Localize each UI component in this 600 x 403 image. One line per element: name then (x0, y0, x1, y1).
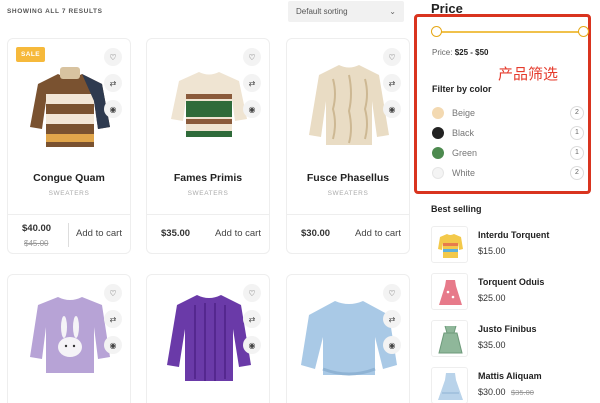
color-count: 2 (570, 166, 584, 180)
product-category[interactable]: SWEATERS (147, 190, 269, 197)
shuffle-icon[interactable]: ⇄ (104, 74, 122, 92)
color-swatch (432, 107, 444, 119)
heart-icon[interactable]: ♡ (383, 48, 401, 66)
best-selling-item[interactable]: Mattis Aliquam $30.00 $35.00 (431, 367, 591, 403)
product-price: $30.00 (301, 228, 331, 239)
product-price: $35.00 (161, 228, 191, 239)
sort-select[interactable]: Default sorting ⌄ (288, 1, 404, 22)
best-selling-price: $15.00 (478, 246, 506, 256)
product-card[interactable]: SALE ♡ ⇄ ◉ Congue Quam SWEATERS $40.00 $… (7, 38, 131, 254)
shuffle-icon[interactable]: ⇄ (383, 74, 401, 92)
best-selling-thumbnail[interactable] (431, 320, 468, 357)
product-footer: $35.00 Add to cart (147, 214, 269, 254)
best-selling-thumbnail[interactable] (431, 226, 468, 263)
price-slider-min-handle[interactable] (431, 26, 442, 37)
heart-icon[interactable]: ♡ (383, 284, 401, 302)
shop-page: SHOWING ALL 7 RESULTS Default sorting ⌄ … (0, 0, 600, 403)
price-range-value: $25 - $50 (454, 48, 489, 57)
heart-icon[interactable]: ♡ (243, 284, 261, 302)
product-price: $40.00 (22, 223, 52, 234)
color-name: Black (452, 128, 475, 138)
eye-icon[interactable]: ◉ (104, 336, 122, 354)
color-swatch (432, 127, 444, 139)
best-selling-thumbnail[interactable] (431, 273, 468, 310)
eye-icon[interactable]: ◉ (243, 336, 261, 354)
price-slider-track[interactable] (436, 31, 583, 33)
color-filter-green[interactable]: Green 1 (432, 146, 584, 160)
sort-value: Default sorting (296, 7, 348, 16)
heart-icon[interactable]: ♡ (243, 48, 261, 66)
product-card[interactable]: ♡ ⇄ ◉ Fames Primis SWEATERS $35.00 Add t… (146, 38, 270, 254)
product-card[interactable]: ♡ ⇄ ◉ (146, 274, 270, 403)
color-filter-white[interactable]: White 2 (432, 166, 584, 180)
shuffle-icon[interactable]: ⇄ (243, 74, 261, 92)
product-footer: $30.00 Add to cart (287, 214, 409, 254)
best-selling-name[interactable]: Mattis Aliquam (478, 371, 542, 381)
divider (68, 223, 69, 247)
add-to-cart-button[interactable]: Add to cart (76, 228, 122, 239)
best-selling-item[interactable]: Justo Finibus $35.00 (431, 320, 591, 360)
color-count: 2 (570, 106, 584, 120)
best-selling-item[interactable]: Torquent Oduis $25.00 (431, 273, 591, 313)
sale-badge: SALE (16, 47, 45, 62)
product-title[interactable]: Fames Primis (147, 172, 269, 184)
eye-icon[interactable]: ◉ (383, 336, 401, 354)
eye-icon[interactable]: ◉ (243, 100, 261, 118)
best-selling-price: $25.00 (478, 293, 506, 303)
eye-icon[interactable]: ◉ (383, 100, 401, 118)
color-count: 1 (570, 146, 584, 160)
price-slider-max-handle[interactable] (578, 26, 589, 37)
product-old-price: $45.00 (24, 239, 49, 248)
best-selling-name[interactable]: Justo Finibus (478, 324, 537, 334)
best-selling-name[interactable]: Torquent Oduis (478, 277, 544, 287)
best-selling-title: Best selling (431, 204, 482, 214)
product-card[interactable]: ♡ ⇄ ◉ (7, 274, 131, 403)
best-selling-old-price: $35.00 (511, 388, 534, 397)
product-card[interactable]: ♡ ⇄ ◉ (286, 274, 410, 403)
price-label: Price: (432, 48, 453, 57)
eye-icon[interactable]: ◉ (104, 100, 122, 118)
best-selling-price: $30.00 (478, 387, 506, 397)
color-filter-title: Filter by color (432, 84, 492, 94)
best-selling-item[interactable]: Interdu Torquent $15.00 (431, 226, 591, 266)
product-card[interactable]: ♡ ⇄ ◉ Fusce Phasellus SWEATERS $30.00 Ad… (286, 38, 410, 254)
color-filter-black[interactable]: Black 1 (432, 126, 584, 140)
shuffle-icon[interactable]: ⇄ (104, 310, 122, 328)
color-filter-beige[interactable]: Beige 2 (432, 106, 584, 120)
best-selling-thumbnail[interactable] (431, 367, 468, 403)
heart-icon[interactable]: ♡ (104, 284, 122, 302)
color-swatch (432, 167, 444, 179)
product-footer: $40.00 $45.00 Add to cart (8, 214, 130, 254)
chevron-down-icon: ⌄ (389, 7, 396, 16)
product-category[interactable]: SWEATERS (287, 190, 409, 197)
best-selling-price: $35.00 (478, 340, 506, 350)
color-count: 1 (570, 126, 584, 140)
add-to-cart-button[interactable]: Add to cart (355, 228, 401, 239)
color-name: White (452, 168, 476, 178)
heart-icon[interactable]: ♡ (104, 48, 122, 66)
best-selling-name[interactable]: Interdu Torquent (478, 230, 549, 240)
results-count: SHOWING ALL 7 RESULTS (7, 8, 103, 15)
product-title[interactable]: Congue Quam (8, 172, 130, 184)
add-to-cart-button[interactable]: Add to cart (215, 228, 261, 239)
product-title[interactable]: Fusce Phasellus (287, 172, 409, 184)
color-swatch (432, 147, 444, 159)
shuffle-icon[interactable]: ⇄ (243, 310, 261, 328)
product-category[interactable]: SWEATERS (8, 190, 130, 197)
color-name: Beige (452, 108, 476, 118)
price-range-readout: Price: $25 - $50 (432, 48, 489, 57)
shuffle-icon[interactable]: ⇄ (383, 310, 401, 328)
color-name: Green (452, 148, 478, 158)
annotation-label: 产品筛选 (498, 66, 559, 83)
